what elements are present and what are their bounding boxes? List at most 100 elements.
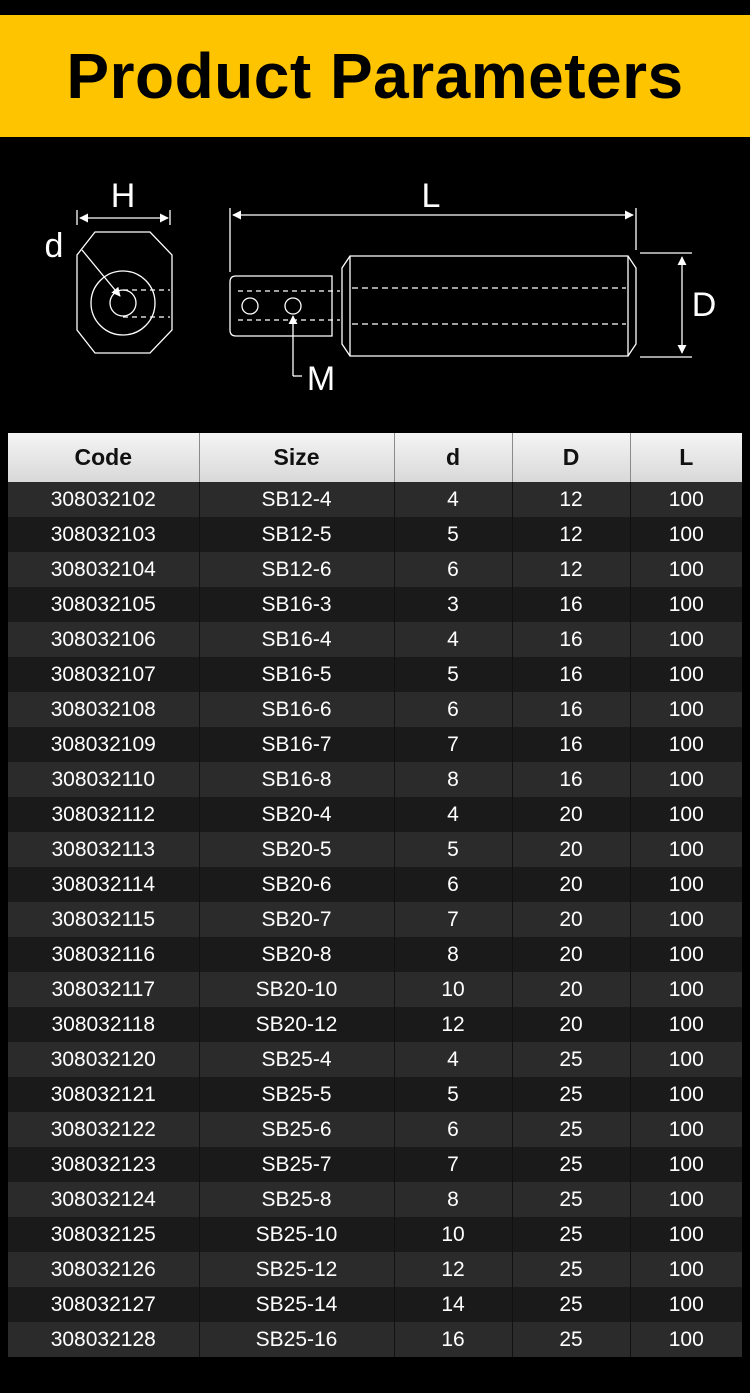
cell-length: 100: [630, 1042, 742, 1077]
cell-code: 308032114: [8, 867, 200, 902]
dimension-label-m: M: [307, 360, 335, 398]
cell-length: 100: [630, 797, 742, 832]
end-view-drawing: [76, 210, 173, 354]
table-row: 308032105 SB16-3 3 16 100: [8, 587, 742, 622]
cell-length: 100: [630, 1217, 742, 1252]
cell-outer-d: 16: [512, 692, 631, 727]
cell-length: 100: [630, 1077, 742, 1112]
cell-size: SB25-8: [199, 1182, 395, 1217]
cell-code: 308032108: [8, 692, 200, 727]
table-row: 308032120 SB25-4 4 25 100: [8, 1042, 742, 1077]
table-row: 308032115 SB20-7 7 20 100: [8, 902, 742, 937]
table-row: 308032123 SB25-7 7 25 100: [8, 1147, 742, 1182]
cell-code: 308032127: [8, 1287, 200, 1322]
cell-outer-d: 20: [512, 972, 631, 1007]
dimension-label-d-outer: D: [692, 286, 717, 324]
cell-size: SB16-8: [199, 762, 395, 797]
cell-outer-d: 16: [512, 762, 631, 797]
cell-outer-d: 20: [512, 937, 631, 972]
cell-length: 100: [630, 832, 742, 867]
cell-length: 100: [630, 937, 742, 972]
table-row: 308032103 SB12-5 5 12 100: [8, 517, 742, 552]
cell-size: SB12-6: [199, 552, 395, 587]
cell-length: 100: [630, 727, 742, 762]
cell-size: SB25-4: [199, 1042, 395, 1077]
side-view-drawing: [229, 208, 692, 377]
cell-code: 308032126: [8, 1252, 200, 1287]
cell-outer-d: 20: [512, 1007, 631, 1042]
cell-length: 100: [630, 972, 742, 1007]
cell-outer-d: 25: [512, 1147, 631, 1182]
cell-length: 100: [630, 1007, 742, 1042]
cell-outer-d: 20: [512, 832, 631, 867]
cell-code: 308032103: [8, 517, 200, 552]
table-header-row: Code Size d D L: [8, 433, 742, 482]
dimension-label-l: L: [422, 177, 441, 215]
column-header-code: Code: [8, 433, 200, 482]
cell-outer-d: 12: [512, 552, 631, 587]
cell-code: 308032107: [8, 657, 200, 692]
dimension-label-d-bore: d: [45, 227, 64, 265]
cell-bore-d: 5: [394, 832, 513, 867]
column-header-size: Size: [199, 433, 395, 482]
cell-bore-d: 8: [394, 1182, 513, 1217]
cell-size: SB20-6: [199, 867, 395, 902]
page-title: Product Parameters: [66, 40, 684, 112]
table-row: 308032127 SB25-14 14 25 100: [8, 1287, 742, 1322]
cell-code: 308032110: [8, 762, 200, 797]
cell-length: 100: [630, 587, 742, 622]
cell-bore-d: 5: [394, 1077, 513, 1112]
cell-size: SB25-14: [199, 1287, 395, 1322]
cell-bore-d: 6: [394, 1112, 513, 1147]
table-row: 308032107 SB16-5 5 16 100: [8, 657, 742, 692]
cell-code: 308032128: [8, 1322, 200, 1357]
table-row: 308032118 SB20-12 12 20 100: [8, 1007, 742, 1042]
cell-bore-d: 6: [394, 867, 513, 902]
cell-code: 308032124: [8, 1182, 200, 1217]
cell-outer-d: 25: [512, 1182, 631, 1217]
table-row: 308032125 SB25-10 10 25 100: [8, 1217, 742, 1252]
cell-length: 100: [630, 1322, 742, 1357]
cell-bore-d: 16: [394, 1322, 513, 1357]
cell-bore-d: 6: [394, 552, 513, 587]
cell-length: 100: [630, 762, 742, 797]
cell-outer-d: 25: [512, 1322, 631, 1357]
cell-size: SB20-7: [199, 902, 395, 937]
cell-code: 308032125: [8, 1217, 200, 1252]
cell-bore-d: 14: [394, 1287, 513, 1322]
table-row: 308032102 SB12-4 4 12 100: [8, 482, 742, 517]
cell-code: 308032106: [8, 622, 200, 657]
cell-outer-d: 25: [512, 1252, 631, 1287]
cell-outer-d: 16: [512, 657, 631, 692]
cell-bore-d: 7: [394, 902, 513, 937]
cell-size: SB25-16: [199, 1322, 395, 1357]
cell-outer-d: 16: [512, 587, 631, 622]
cell-size: SB12-4: [199, 482, 395, 517]
cell-length: 100: [630, 1112, 742, 1147]
cell-length: 100: [630, 482, 742, 517]
cell-length: 100: [630, 692, 742, 727]
cell-size: SB25-6: [199, 1112, 395, 1147]
cell-length: 100: [630, 657, 742, 692]
cell-outer-d: 16: [512, 622, 631, 657]
cell-bore-d: 4: [394, 482, 513, 517]
cell-outer-d: 20: [512, 902, 631, 937]
table-row: 308032108 SB16-6 6 16 100: [8, 692, 742, 727]
dimension-diagram: H d L D M: [0, 160, 750, 410]
cell-bore-d: 4: [394, 622, 513, 657]
cell-bore-d: 3: [394, 587, 513, 622]
cell-code: 308032121: [8, 1077, 200, 1112]
cell-code: 308032102: [8, 482, 200, 517]
cell-outer-d: 25: [512, 1112, 631, 1147]
cell-bore-d: 12: [394, 1252, 513, 1287]
cell-outer-d: 16: [512, 727, 631, 762]
cell-size: SB20-5: [199, 832, 395, 867]
cell-bore-d: 10: [394, 1217, 513, 1252]
table-row: 308032112 SB20-4 4 20 100: [8, 797, 742, 832]
cell-size: SB16-6: [199, 692, 395, 727]
cell-size: SB12-5: [199, 517, 395, 552]
table-body: 308032102 SB12-4 4 12 100 308032103 SB12-5 5 12 1…: [8, 482, 742, 1357]
cell-bore-d: 6: [394, 692, 513, 727]
table-row: 308032110 SB16-8 8 16 100: [8, 762, 742, 797]
cell-code: 308032118: [8, 1007, 200, 1042]
